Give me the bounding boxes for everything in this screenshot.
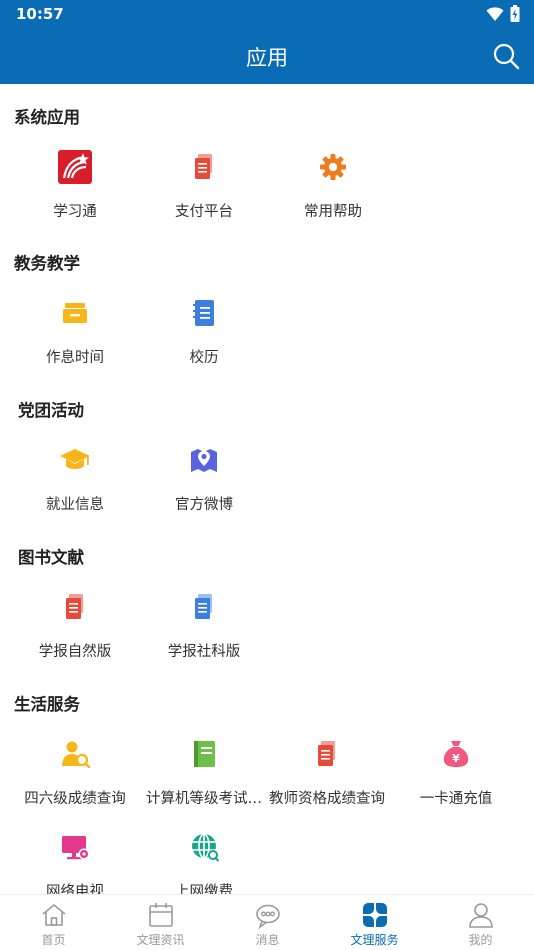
status-time: 10:57 [16, 5, 64, 23]
app-label: 校历 [189, 350, 219, 366]
app-xuexitong[interactable]: 学习通 [10, 150, 140, 250]
tab-label: 消息 [255, 933, 280, 947]
tab-services[interactable]: 文理服务 [321, 899, 428, 950]
tab-messages[interactable]: 消息 [214, 899, 321, 950]
section-title: 教务教学 [14, 254, 80, 273]
app-internet-payment[interactable]: 上网缴费 [139, 830, 269, 894]
app-payment-platform[interactable]: 支付平台 [139, 150, 269, 250]
app-label: 支付平台 [175, 204, 233, 220]
page-title: 应用 [246, 46, 288, 70]
tab-label: 文理资讯 [136, 933, 185, 947]
search-icon[interactable] [492, 42, 520, 70]
chat-bubble-icon [255, 904, 280, 929]
app-journal-natural[interactable]: 学报自然版 [10, 590, 140, 690]
app-teacher-cert-score[interactable]: 教师资格成绩查询 [262, 737, 392, 837]
tab-mine[interactable]: 我的 [427, 899, 534, 950]
map-pin-icon [191, 449, 217, 472]
calendar-icon [148, 903, 173, 927]
battery-charging-icon [510, 5, 520, 22]
person-icon [468, 903, 493, 928]
svg-text:¥: ¥ [452, 752, 460, 765]
document-icon [66, 594, 83, 619]
globe-icon [192, 833, 219, 862]
app-employment-info[interactable]: 就业信息 [10, 443, 140, 543]
tab-label: 我的 [468, 933, 493, 947]
book-icon [194, 741, 215, 767]
gear-icon [320, 154, 346, 180]
app-label: 上网缴费 [175, 884, 233, 894]
section-title: 生活服务 [14, 695, 80, 714]
app-journal-social[interactable]: 学报社科版 [139, 590, 269, 690]
app-label: 教师资格成绩查询 [269, 791, 385, 807]
document-icon [318, 741, 335, 766]
notebook-icon [193, 300, 214, 326]
tab-label: 首页 [41, 933, 66, 947]
wifi-icon [486, 6, 504, 21]
user-search-icon [62, 741, 91, 769]
xuexitong-logo-icon [58, 150, 92, 184]
apps-content[interactable]: 系统应用 学习通 支付平台 常用帮助 教务教学 作息时间 校历 党团活动 就业信… [0, 84, 534, 894]
app-schedule[interactable]: 作息时间 [10, 296, 140, 396]
app-header: 应用 [0, 28, 534, 84]
money-bag-icon: ¥ [443, 741, 469, 767]
app-calendar[interactable]: 校历 [139, 296, 269, 396]
bottom-tab-bar: 首页 文理资讯 消息 文理服务 我的 [0, 894, 534, 950]
home-icon [41, 903, 66, 926]
app-label: 常用帮助 [304, 204, 362, 220]
app-computer-exam[interactable]: 计算机等级考试… [139, 737, 269, 837]
monitor-gear-icon [62, 836, 90, 860]
app-network-tv[interactable]: 网络电视 [10, 830, 140, 894]
app-label: 作息时间 [46, 350, 104, 366]
document-icon [195, 154, 212, 179]
section-title: 系统应用 [14, 108, 80, 127]
tab-home[interactable]: 首页 [0, 899, 107, 950]
document-icon [195, 594, 212, 619]
status-bar: 10:57 [0, 0, 534, 28]
app-label: 官方微博 [175, 497, 233, 513]
section-title: 图书文献 [18, 548, 84, 567]
app-label: 一卡通充值 [419, 791, 493, 807]
status-icons [486, 5, 520, 22]
app-label: 就业信息 [46, 497, 104, 513]
grid-petals-icon [362, 903, 387, 927]
app-label: 四六级成绩查询 [24, 791, 126, 807]
app-help[interactable]: 常用帮助 [268, 150, 398, 250]
app-label: 计算机等级考试… [146, 791, 262, 807]
app-label: 网络电视 [46, 884, 104, 894]
app-label: 学习通 [53, 204, 97, 220]
app-label: 学报自然版 [38, 644, 112, 660]
app-card-recharge[interactable]: ¥ 一卡通充值 [391, 737, 521, 837]
app-official-weibo[interactable]: 官方微博 [139, 443, 269, 543]
graduation-cap-icon [60, 449, 90, 469]
tab-label: 文理服务 [350, 933, 399, 947]
app-cet-score[interactable]: 四六级成绩查询 [10, 737, 140, 837]
tray-icon [63, 303, 87, 323]
app-label: 学报社科版 [167, 644, 241, 660]
tab-news[interactable]: 文理资讯 [107, 899, 214, 950]
section-title: 党团活动 [18, 401, 84, 420]
